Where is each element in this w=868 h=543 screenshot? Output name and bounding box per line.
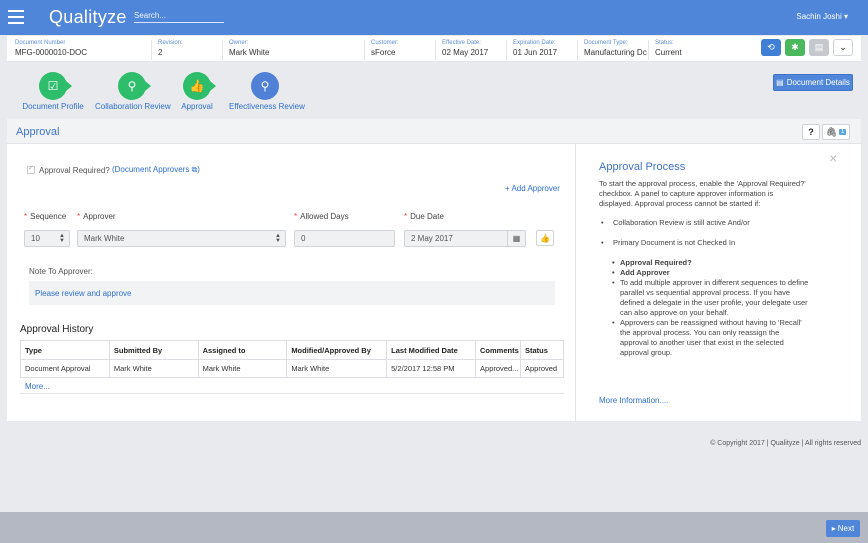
- select-arrows-icon: ▲ ▼: [275, 233, 281, 244]
- step-effectiveness-review[interactable]: ⚲ Effectiveness Review: [229, 72, 305, 111]
- next-button[interactable]: ▸ Next: [826, 520, 860, 537]
- table-cell: 5/2/2017 12:58 PM: [386, 359, 477, 378]
- table-cell: Mark White: [286, 359, 388, 378]
- search-icon: ⚲: [118, 72, 151, 100]
- help-title: Approval Process: [599, 161, 686, 173]
- approval-form: Approval Required? (Document Approvers ⧉…: [7, 144, 576, 421]
- due-date-header: * Due Date: [404, 212, 444, 221]
- chevron-down-icon: ⌄: [839, 42, 847, 52]
- divider: [20, 393, 564, 394]
- panel-title: Approval: [16, 126, 60, 138]
- approver-header: * Approver: [77, 212, 116, 221]
- search-input[interactable]: [134, 8, 224, 23]
- menu-icon[interactable]: [8, 10, 24, 24]
- more-information-link[interactable]: More Information....: [599, 396, 668, 405]
- help-button[interactable]: ?: [802, 124, 820, 140]
- approve-button[interactable]: 👍: [536, 230, 554, 246]
- table-cell: Mark White: [108, 359, 199, 378]
- customer-field: Customer: sForce: [364, 40, 434, 60]
- thumbs-up-icon: 👍: [540, 233, 550, 243]
- add-approver-link[interactable]: + Add Approver: [505, 184, 560, 193]
- document-info-bar: Document Number MFG-0000010-DOC Revision…: [7, 36, 861, 62]
- help-sub-item: Approvers can be reassigned without havi…: [600, 318, 810, 358]
- print-button[interactable]: ▤: [809, 39, 829, 56]
- table-row[interactable]: Document Approval Mark White Mark White …: [20, 359, 564, 378]
- gear-icon: ✱: [791, 42, 799, 52]
- approval-required-label: Approval Required?: [39, 165, 110, 175]
- step-approval[interactable]: 👍 Approval: [179, 72, 216, 111]
- help-intro: To start the approval process, enable th…: [599, 179, 806, 208]
- user-menu[interactable]: Sachin Joshi ▾: [796, 12, 848, 21]
- sequence-select[interactable]: 10 ▲ ▼: [24, 230, 70, 247]
- magnifier-icon: ⚲: [251, 72, 279, 100]
- app-logo: Qualityze: [49, 7, 127, 27]
- table-cell: Approved: [520, 359, 564, 378]
- document-type-field: Document Type: Manufacturing Dc: [577, 40, 647, 60]
- step-document-profile[interactable]: ☑ Document Profile: [22, 72, 84, 111]
- document-icon: ▤: [776, 78, 784, 87]
- refresh-button[interactable]: ⟲: [761, 39, 781, 56]
- step-collaboration-review[interactable]: ⚲ Collaboration Review: [95, 72, 171, 111]
- thumbs-up-icon: 👍: [183, 72, 216, 100]
- next-icon: ▸: [831, 524, 836, 533]
- help-sub-item: To add multiple approver in different se…: [600, 278, 810, 318]
- printer-icon: ▤: [814, 42, 824, 52]
- owner-field: Owner: Mark White: [222, 40, 363, 60]
- external-link-icon: ⧉: [191, 165, 198, 174]
- table-header-row: Type Submitted By Assigned to Modified/A…: [20, 340, 564, 360]
- copyright-text: © Copyright 2017 | Qualityze | All right…: [710, 440, 861, 447]
- approval-required-row: Approval Required? (Document Approvers ⧉…: [27, 164, 200, 175]
- calendar-icon[interactable]: ▦: [507, 231, 525, 246]
- column-header: Comments: [475, 340, 521, 360]
- approval-required-checkbox[interactable]: [27, 164, 35, 174]
- table-cell: Approved...: [475, 359, 521, 378]
- approval-history-title: Approval History: [20, 324, 94, 335]
- note-label: Note To Approver:: [29, 267, 93, 276]
- revision-field: Revision: 2: [151, 40, 221, 60]
- allowed-days-header: * Allowed Days: [294, 212, 349, 221]
- approver-select[interactable]: Mark White ▲ ▼: [77, 230, 286, 247]
- panel-header: Approval ? 🖇 1: [7, 119, 861, 144]
- help-sub-list: Approval Required? Add Approver To add m…: [600, 258, 810, 358]
- refresh-icon: ⟲: [767, 42, 775, 52]
- attachments-button[interactable]: 🖇 1: [822, 124, 850, 140]
- sequence-header: * Sequence: [24, 212, 67, 221]
- more-options-button[interactable]: ⌄: [833, 39, 853, 56]
- attachment-count: 1: [839, 129, 847, 135]
- table-cell: Document Approval: [20, 359, 110, 378]
- column-header: Assigned to: [197, 340, 288, 360]
- top-nav: Qualityze Sachin Joshi ▾: [0, 0, 868, 35]
- due-date-input[interactable]: 2 May 2017 ▦: [404, 230, 526, 247]
- approval-history-table: Type Submitted By Assigned to Modified/A…: [20, 340, 564, 378]
- paperclip-icon: 🖇: [825, 126, 838, 137]
- column-header: Modified/Approved By: [286, 340, 388, 360]
- status-field: Status: Current: [648, 40, 718, 60]
- approval-process-help: ✕ Approval Process To start the approval…: [577, 144, 861, 421]
- settings-button[interactable]: ✱: [785, 39, 805, 56]
- expiration-date-field: Expiration Date: 01 Jun 2017: [506, 40, 576, 60]
- table-cell: Mark White: [197, 359, 288, 378]
- close-icon[interactable]: ✕: [829, 154, 837, 165]
- document-approvers-link[interactable]: (Document Approvers ⧉): [112, 165, 200, 175]
- select-arrows-icon: ▲ ▼: [59, 233, 65, 244]
- document-number-field: Document Number MFG-0000010-DOC: [15, 40, 88, 57]
- note-to-approver-field[interactable]: Please review and approve: [29, 281, 555, 305]
- help-sub-item: Add Approver: [600, 268, 810, 278]
- help-sub-item: Approval Required?: [600, 258, 810, 268]
- column-header: Type: [20, 340, 110, 360]
- effective-date-field: Effective Date: 02 May 2017: [435, 40, 505, 60]
- approval-panel: Approval ? 🖇1 Approval Required? (Docume…: [7, 119, 861, 421]
- document-details-button[interactable]: ▤ Document Details: [773, 74, 853, 91]
- checklist-icon: ☑: [39, 72, 72, 100]
- allowed-days-input[interactable]: 0: [294, 230, 395, 247]
- footer-bar: [0, 512, 868, 543]
- column-header: Last Modified Date: [386, 340, 477, 360]
- column-header: Status: [520, 340, 564, 360]
- column-header: Submitted By: [108, 340, 199, 360]
- more-history-link[interactable]: More...: [25, 382, 50, 391]
